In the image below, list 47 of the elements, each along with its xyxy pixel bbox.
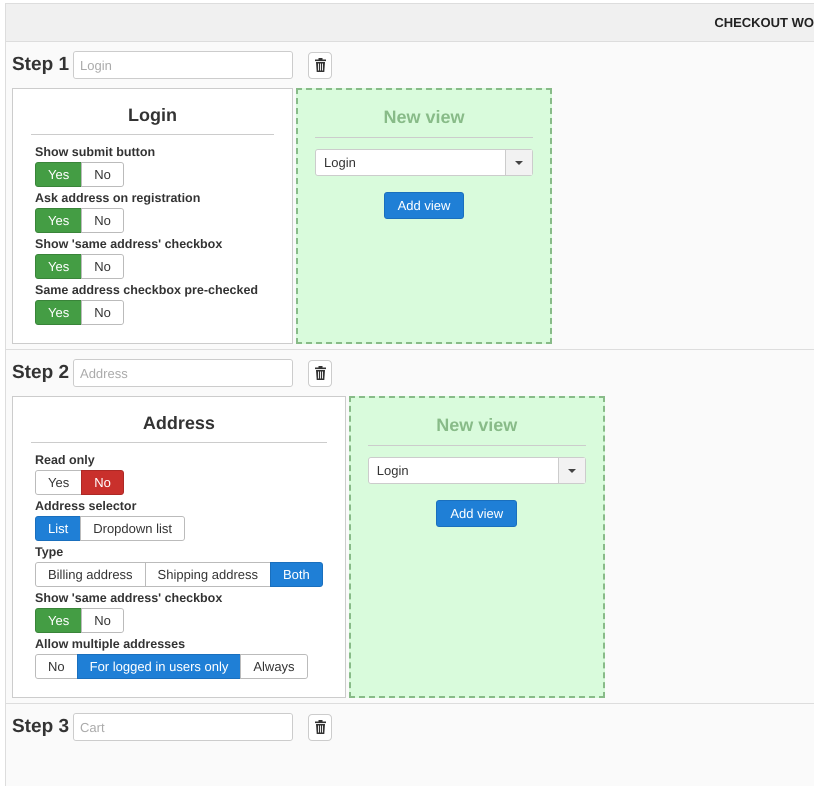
step-title: Step 3	[12, 714, 70, 739]
step-title: Step 1	[12, 52, 70, 77]
view-select[interactable]: Login	[315, 149, 533, 176]
add-view-button[interactable]: Add view	[436, 500, 518, 527]
toggle-option[interactable]: Dropdown list	[80, 516, 185, 541]
step-title: Step 2	[12, 360, 70, 385]
toggle-option[interactable]: No	[81, 300, 124, 325]
toggle-option[interactable]: No	[81, 470, 124, 495]
toggle-option[interactable]: No	[81, 208, 124, 233]
setting-label: Ask address on registration	[35, 191, 200, 206]
step-name-field[interactable]: Login	[73, 51, 294, 79]
toggle-option[interactable]: No	[81, 162, 124, 187]
add-view-button[interactable]: Add view	[384, 192, 464, 219]
trash-icon	[314, 366, 326, 380]
step-name-field[interactable]: Cart	[73, 713, 294, 741]
toggle-option[interactable]: No	[81, 254, 124, 279]
setting-label: Address selector	[35, 499, 136, 514]
caret-icon	[568, 468, 576, 472]
trash-icon	[314, 58, 326, 72]
setting-label: Allow multiple addresses	[35, 637, 186, 652]
delete-button[interactable]	[308, 52, 332, 78]
view-title: Address	[31, 397, 327, 443]
toggle-option[interactable]: List	[35, 516, 82, 541]
page-header-title: CHECKOUT WO	[714, 14, 814, 32]
toggle-option[interactable]: No	[81, 608, 124, 633]
new-view-title: New view	[315, 90, 533, 138]
setting-label: Show submit button	[35, 145, 156, 160]
caret-icon	[515, 160, 523, 164]
toggle-option[interactable]: Shipping address	[144, 562, 272, 587]
view-title: Login	[31, 89, 274, 135]
toggle-option[interactable]: Billing address	[35, 562, 146, 587]
toggle-option[interactable]: Always	[240, 654, 308, 679]
toggle-option[interactable]: Yes	[35, 470, 82, 495]
new-view-title: New view	[368, 398, 586, 446]
setting-label: Show 'same address' checkbox	[35, 237, 222, 252]
setting-label: Type	[35, 545, 64, 560]
setting-label: Show 'same address' checkbox	[35, 591, 222, 606]
trash-icon	[314, 720, 326, 734]
setting-label: Read only	[35, 453, 95, 468]
delete-button[interactable]	[308, 714, 332, 740]
delete-button[interactable]	[308, 360, 332, 386]
step-name-field[interactable]: Address	[73, 359, 294, 387]
toggle-option[interactable]: For logged in users only	[76, 654, 242, 679]
toggle-option[interactable]: Both	[270, 562, 323, 587]
toggle-option[interactable]: No	[35, 654, 78, 679]
setting-label: Same address checkbox pre-checked	[35, 283, 258, 298]
view-select[interactable]: Login	[368, 457, 586, 484]
